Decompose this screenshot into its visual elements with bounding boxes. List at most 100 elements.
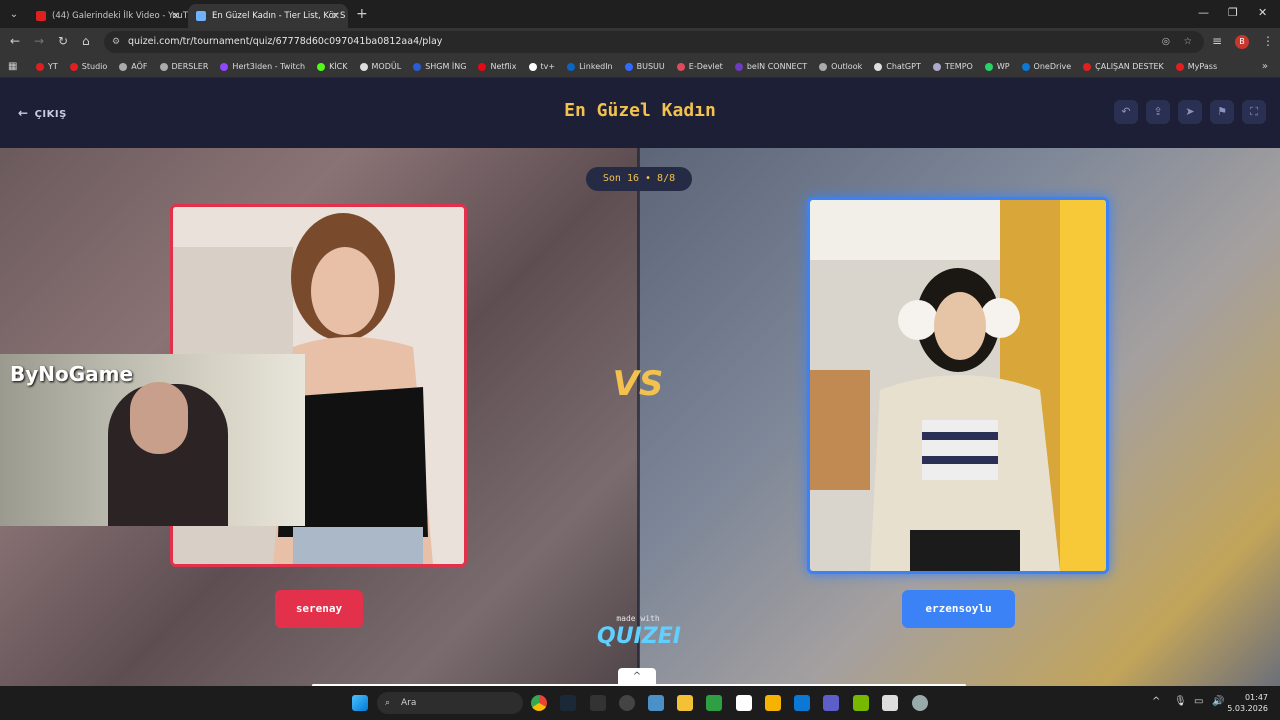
round-indicator: Son 16 • 8/8	[586, 167, 692, 191]
shgm-icon	[413, 62, 422, 71]
bookmark-studio[interactable]: Studio	[69, 62, 107, 71]
quizei-logo[interactable]: QUIZEI	[594, 624, 684, 649]
bookmark-mypass[interactable]: MyPass	[1175, 62, 1217, 71]
teams-icon[interactable]	[823, 695, 839, 711]
bookmark-netflix[interactable]: Netflix	[478, 62, 517, 71]
undo-icon[interactable]: ↶	[1114, 100, 1138, 124]
tab-search-icon[interactable]: ⌄	[0, 9, 28, 20]
bookmark-aof[interactable]: AÖF	[119, 62, 148, 71]
chrome-icon[interactable]	[531, 695, 547, 711]
bookmark-calisan-destek[interactable]: ÇALIŞAN DESTEK	[1083, 62, 1164, 71]
new-tab-button[interactable]: +	[356, 6, 368, 22]
forward-icon[interactable]: →	[34, 34, 44, 48]
tray-chevron-icon[interactable]: ^	[1152, 696, 1160, 707]
address-bar[interactable]: ⚙ quizei.com/tr/tournament/quiz/67778d60…	[104, 31, 1204, 53]
vs-badge: VS	[612, 364, 664, 404]
center-divider	[637, 148, 640, 686]
volume-icon[interactable]: 🔊	[1212, 696, 1224, 707]
onedrive-icon	[1021, 62, 1030, 71]
tempo-icon	[932, 62, 941, 71]
rockstar-icon[interactable]	[765, 695, 781, 711]
tab-search-menu-icon[interactable]: ≡	[1212, 34, 1222, 48]
close-tab-icon[interactable]: ✕	[332, 11, 340, 22]
close-window-icon[interactable]: ✕	[1258, 6, 1267, 19]
linkedin-icon	[567, 62, 576, 71]
globe-icon	[819, 62, 828, 71]
obs-icon[interactable]	[619, 695, 635, 711]
twitch-icon	[220, 62, 229, 71]
bookmark-outlook[interactable]: Outlook	[819, 62, 862, 71]
netflix-icon	[478, 62, 487, 71]
file-explorer-icon[interactable]	[677, 695, 693, 711]
studio-icon	[69, 62, 78, 71]
profile-avatar[interactable]: B	[1235, 35, 1249, 49]
windows-taskbar: ⌕ Ara ^ 🎙 ▭ 🔊 01:47 5.03.2026	[0, 686, 1280, 720]
bookmark-yt[interactable]: YT	[36, 62, 58, 71]
network-icon[interactable]: ▭	[1194, 696, 1203, 707]
bookmark-chatgpt[interactable]: ChatGPT	[874, 62, 921, 71]
epic-games-icon[interactable]	[590, 695, 606, 711]
close-tab-icon[interactable]: ✕	[172, 11, 180, 22]
capcut-icon[interactable]	[736, 695, 752, 711]
minimize-icon[interactable]: —	[1198, 6, 1209, 19]
search-icon: ⌕	[385, 698, 391, 708]
system-clock[interactable]: 01:47 5.03.2026	[1227, 692, 1268, 714]
navigation-bar: ← → ↻ ⌂ ⚙ quizei.com/tr/tournament/quiz/…	[0, 28, 1280, 56]
bein-icon	[734, 62, 743, 71]
snipping-tool-icon[interactable]	[882, 695, 898, 711]
globe-icon	[119, 62, 128, 71]
eye-off-icon[interactable]: ◎	[1162, 31, 1170, 53]
webcam-overlay: ByNoGame	[0, 354, 305, 526]
edevlet-icon	[676, 62, 685, 71]
bookmark-edevlet[interactable]: E-Devlet	[676, 62, 723, 71]
windows-start-icon[interactable]	[352, 695, 368, 711]
tab-youtube[interactable]: (44) Galerindeki İlk Video - YouT ✕	[28, 4, 188, 28]
xbox-icon[interactable]	[706, 695, 722, 711]
site-info-icon[interactable]: ⚙	[112, 31, 120, 53]
bookmark-busuu[interactable]: BUSUU	[624, 62, 665, 71]
fullscreen-icon[interactable]: ⛶	[1242, 100, 1266, 124]
mail-icon[interactable]	[648, 695, 664, 711]
bookmark-bein[interactable]: beIN CONNECT	[734, 62, 807, 71]
right-contestant-photo	[810, 200, 1106, 571]
send-icon[interactable]: ➤	[1178, 100, 1202, 124]
share-icon[interactable]: ⇪	[1146, 100, 1170, 124]
flag-icon[interactable]: ⚑	[1210, 100, 1234, 124]
menu-icon[interactable]: ⋮	[1262, 34, 1274, 48]
restore-icon[interactable]: ❐	[1228, 6, 1238, 19]
bookmark-dersler[interactable]: DERSLER	[159, 62, 208, 71]
reload-icon[interactable]: ↻	[58, 34, 68, 48]
right-choice-button[interactable]: erzensoylu	[902, 590, 1015, 628]
microphone-icon[interactable]: 🎙	[1174, 696, 1187, 707]
tvplus-icon	[528, 62, 537, 71]
bookmark-tempo[interactable]: TEMPO	[932, 62, 973, 71]
steam-icon[interactable]	[560, 695, 576, 711]
bookmark-wp[interactable]: WP	[984, 62, 1010, 71]
tab-strip: ⌄ (44) Galerindeki İlk Video - YouT ✕ En…	[0, 0, 1280, 28]
bookmark-kick[interactable]: KİCK	[317, 62, 348, 71]
more-bookmarks-icon[interactable]: »	[1262, 61, 1268, 72]
back-icon[interactable]: ←	[10, 34, 20, 48]
nvidia-icon[interactable]	[853, 695, 869, 711]
busuu-icon	[624, 62, 633, 71]
bookmark-tvplus[interactable]: tv+	[528, 62, 555, 71]
left-choice-button[interactable]: serenay	[275, 590, 363, 628]
apps-icon[interactable]: ▦	[8, 61, 17, 72]
quiz-page: ← ÇIKIŞ En Güzel Kadın ↶ ⇪ ➤ ⚑ ⛶ Son 16 •…	[0, 78, 1280, 686]
home-icon[interactable]: ⌂	[82, 34, 90, 48]
taskbar-search[interactable]: ⌕ Ara	[377, 692, 523, 714]
page-title: En Güzel Kadın	[564, 100, 716, 121]
bookmark-shgm[interactable]: SHGM İNG	[413, 62, 466, 71]
settings-gear-icon[interactable]	[912, 695, 928, 711]
bookmark-linkedin[interactable]: LinkedIn	[567, 62, 613, 71]
bookmark-star-icon[interactable]: ☆	[1183, 31, 1192, 53]
chatgpt-icon	[874, 62, 883, 71]
outlook-icon[interactable]	[794, 695, 810, 711]
quizei-favicon-icon	[196, 11, 206, 21]
kick-icon	[317, 62, 326, 71]
bookmark-modul[interactable]: MODÜL	[359, 62, 401, 71]
tab-quizei[interactable]: En Güzel Kadın - Tier List, Kör S ✕	[188, 4, 348, 28]
right-choice-card[interactable]	[807, 197, 1109, 574]
bookmark-onedrive[interactable]: OneDrive	[1021, 62, 1071, 71]
bookmark-twitch[interactable]: Hert3lden - Twitch	[220, 62, 305, 71]
